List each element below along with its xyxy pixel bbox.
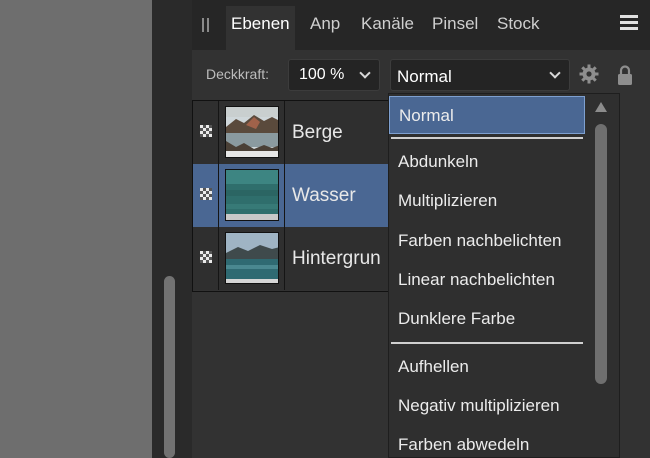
blend-mode-dropdown[interactable]: Normal: [390, 59, 570, 91]
layer-thumbnail: [225, 169, 279, 221]
visibility-cell[interactable]: [193, 227, 219, 290]
blend-mode-menu: Normal Abdunkeln Multiplizieren Farben n…: [388, 93, 620, 458]
menu-divider: [391, 137, 583, 139]
chevron-down-icon: [549, 67, 561, 79]
layers-panel: Ebenen Anp Kanäle Pinsel Stock Deckkraft…: [192, 0, 650, 458]
visibility-cell[interactable]: [193, 164, 219, 227]
opacity-value: 100 %: [299, 66, 345, 83]
tab-stock[interactable]: Stock: [497, 12, 540, 40]
visibility-checker-icon[interactable]: [200, 251, 212, 263]
lock-icon[interactable]: [617, 64, 633, 86]
gear-icon[interactable]: [579, 64, 599, 84]
layer-thumbnail: [225, 106, 279, 158]
tab-anp[interactable]: Anp: [310, 12, 340, 40]
menu-divider: [391, 342, 583, 344]
menu-item-dunklere-farbe[interactable]: Dunklere Farbe: [389, 300, 585, 338]
visibility-checker-icon[interactable]: [200, 125, 212, 137]
menu-item-linear-nachbelichten[interactable]: Linear nachbelichten: [389, 261, 585, 299]
layer-thumbnail: [225, 232, 279, 284]
layer-name: Wasser: [292, 185, 356, 206]
menu-item-farben-abwedeln[interactable]: Farben abwedeln: [389, 426, 585, 457]
menu-item-aufhellen[interactable]: Aufhellen: [389, 348, 585, 386]
chevron-down-icon: [359, 67, 371, 79]
hamburger-menu-icon[interactable]: [620, 15, 638, 31]
thumbnail-cell: [219, 227, 285, 290]
menu-item-multiplizieren[interactable]: Multiplizieren: [389, 182, 585, 220]
visibility-cell[interactable]: [193, 101, 219, 164]
menu-scrollbar-thumb[interactable]: [595, 124, 607, 384]
left-scrollbar-thumb[interactable]: [164, 276, 175, 458]
opacity-dropdown[interactable]: 100 %: [288, 59, 380, 91]
scroll-up-arrow-icon[interactable]: [595, 102, 607, 112]
visibility-checker-icon[interactable]: [200, 188, 212, 200]
grip-icon[interactable]: [202, 18, 210, 32]
menu-item-normal[interactable]: Normal: [389, 96, 585, 134]
thumbnail-cell: [219, 164, 285, 227]
tab-ebenen[interactable]: Ebenen: [226, 6, 295, 50]
thumbnail-cell: [219, 101, 285, 164]
canvas-area: [0, 0, 152, 458]
tab-kanaele[interactable]: Kanäle: [361, 12, 414, 40]
blend-mode-value: Normal: [397, 67, 452, 86]
layer-name: Berge: [292, 122, 343, 143]
tab-pinsel[interactable]: Pinsel: [432, 12, 478, 40]
layer-name: Hintergrun: [292, 248, 381, 269]
menu-item-farben-nachbelichten[interactable]: Farben nachbelichten: [389, 222, 585, 260]
opacity-label: Deckkraft:: [206, 66, 270, 82]
menu-item-negativ-multiplizieren[interactable]: Negativ multiplizieren: [389, 387, 585, 425]
panel-tab-bar: Ebenen Anp Kanäle Pinsel Stock: [192, 0, 650, 50]
menu-item-abdunkeln[interactable]: Abdunkeln: [389, 143, 585, 181]
